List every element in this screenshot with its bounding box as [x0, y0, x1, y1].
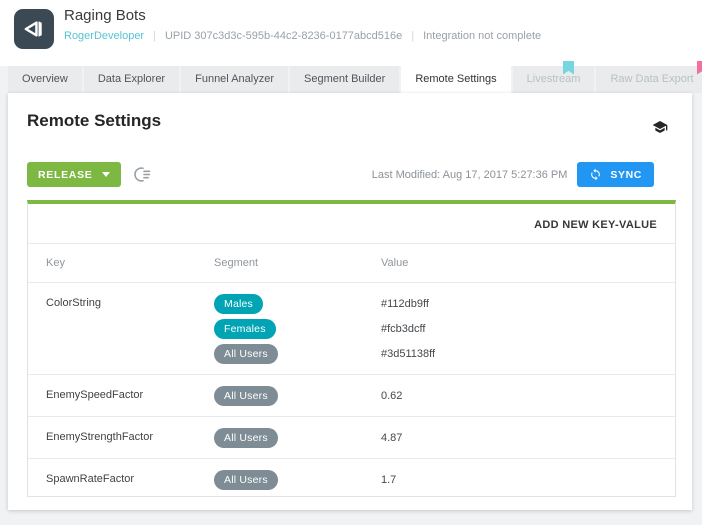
entries: All Users 1.7 [214, 467, 675, 492]
segment-badge: All Users [214, 428, 278, 448]
table-row: SpawnRateFactorAll Users 1.7 [28, 459, 675, 497]
value-cell: 0.62 [381, 390, 675, 402]
release-dropdown[interactable]: RELEASE [27, 162, 121, 187]
table-row: EnemySpeedFactorAll Users 0.62 [28, 375, 675, 417]
tab-label: Segment Builder [304, 66, 385, 93]
unity-logo-icon [14, 9, 54, 49]
segment-cell: Females [214, 319, 381, 339]
upid-text: UPID 307c3d3c-595b-44c2-8236-0177abcd516… [165, 30, 402, 42]
table-body: ColorStringMales #112db9ff Females #fcb3dcf… [28, 283, 675, 497]
entries: Males #112db9ff Females #fcb3dcff All Users #… [214, 291, 675, 366]
tab-segment-builder[interactable]: Segment Builder [290, 66, 399, 93]
key-cell: EnemySpeedFactor [28, 383, 214, 408]
last-modified-text: Last Modified: Aug 17, 2017 5:27:36 PM [372, 169, 568, 181]
segment-badge: Males [214, 294, 263, 314]
school-icon[interactable] [652, 119, 668, 135]
value-cell: 4.87 [381, 432, 675, 444]
table-header: Key Segment Value [28, 244, 675, 283]
project-meta: RogerDeveloper | UPID 307c3d3c-595b-44c2… [64, 30, 541, 42]
tab-data-explorer[interactable]: Data Explorer [84, 66, 179, 93]
integration-status: Integration not complete [423, 30, 541, 42]
main-panel: Remote Settings RELEASE Last Modified: A… [8, 93, 692, 510]
page-title: Remote Settings [27, 111, 161, 131]
value-cell: #3d51138ff [381, 348, 675, 360]
header-text-block: Raging Bots RogerDeveloper | UPID 307c3d… [64, 6, 541, 42]
controls-row: RELEASE Last Modified: Aug 17, 2017 5:27… [27, 162, 654, 187]
sync-label: SYNC [610, 169, 642, 181]
sync-button[interactable]: SYNC [577, 162, 654, 187]
add-new-row: ADD NEW KEY-VALUE [28, 204, 675, 244]
key-cell: EnemyStrengthFactor [28, 425, 214, 450]
tab-label: Remote Settings [415, 66, 496, 93]
tab-label: Overview [22, 66, 68, 93]
segment-cell: All Users [214, 470, 381, 490]
tab-remote-settings[interactable]: Remote Settings [401, 66, 510, 93]
entry-row: All Users 0.62 [214, 383, 675, 408]
entry-row: All Users #3d51138ff [214, 341, 675, 366]
entry-row: All Users 1.7 [214, 467, 675, 492]
entries: All Users 4.87 [214, 425, 675, 450]
segment-badge: All Users [214, 344, 278, 364]
tab-funnel-analyzer[interactable]: Funnel Analyzer [181, 66, 288, 93]
column-segment: Segment [214, 257, 381, 269]
entry-row: All Users 4.87 [214, 425, 675, 450]
segment-cell: All Users [214, 344, 381, 364]
segment-badge: All Users [214, 470, 278, 490]
sync-icon [589, 168, 602, 181]
bookmark-icon [563, 61, 574, 75]
segment-cell: Males [214, 294, 381, 314]
separator: | [153, 30, 156, 42]
tab-raw-data-export[interactable]: Raw Data Export [596, 66, 702, 93]
tab-overview[interactable]: Overview [8, 66, 82, 93]
key-cell: ColorString [28, 291, 214, 366]
tab-label: Data Explorer [98, 66, 165, 93]
separator: | [411, 30, 414, 42]
entry-row: Males #112db9ff [214, 291, 675, 316]
developer-link[interactable]: RogerDeveloper [64, 30, 144, 42]
project-title: Raging Bots [64, 6, 541, 26]
tab-bar: Overview Data Explorer Funnel Analyzer Segm… [8, 66, 702, 93]
segment-badge: Females [214, 319, 276, 339]
key-cell: SpawnRateFactor [28, 467, 214, 492]
release-label: RELEASE [38, 169, 93, 181]
caret-down-icon [102, 172, 110, 177]
settings-card: ADD NEW KEY-VALUE Key Segment Value Colo… [27, 200, 676, 497]
tab-label: Funnel Analyzer [195, 66, 274, 93]
segment-cell: All Users [214, 386, 381, 406]
segment-badge: All Users [214, 386, 278, 406]
segment-cell: All Users [214, 428, 381, 448]
tab-label: Raw Data Export [610, 66, 693, 93]
unity-cube-glyph [21, 16, 47, 42]
column-key: Key [28, 257, 214, 269]
app-header: Raging Bots RogerDeveloper | UPID 307c3d… [0, 0, 702, 66]
changelist-icon[interactable] [134, 165, 153, 184]
table-row: ColorStringMales #112db9ff Females #fcb3dcf… [28, 283, 675, 375]
add-new-key-value-button[interactable]: ADD NEW KEY-VALUE [534, 219, 657, 231]
remote-settings-page: Raging Bots RogerDeveloper | UPID 307c3d… [0, 0, 702, 525]
value-cell: #112db9ff [381, 298, 675, 310]
column-value: Value [381, 257, 675, 269]
entries: All Users 0.62 [214, 383, 675, 408]
entry-row: Females #fcb3dcff [214, 316, 675, 341]
value-cell: 1.7 [381, 474, 675, 486]
tab-livestream[interactable]: Livestream [513, 66, 595, 93]
value-cell: #fcb3dcff [381, 323, 675, 335]
bookmark-icon [697, 61, 702, 75]
table-row: EnemyStrengthFactorAll Users 4.87 [28, 417, 675, 459]
